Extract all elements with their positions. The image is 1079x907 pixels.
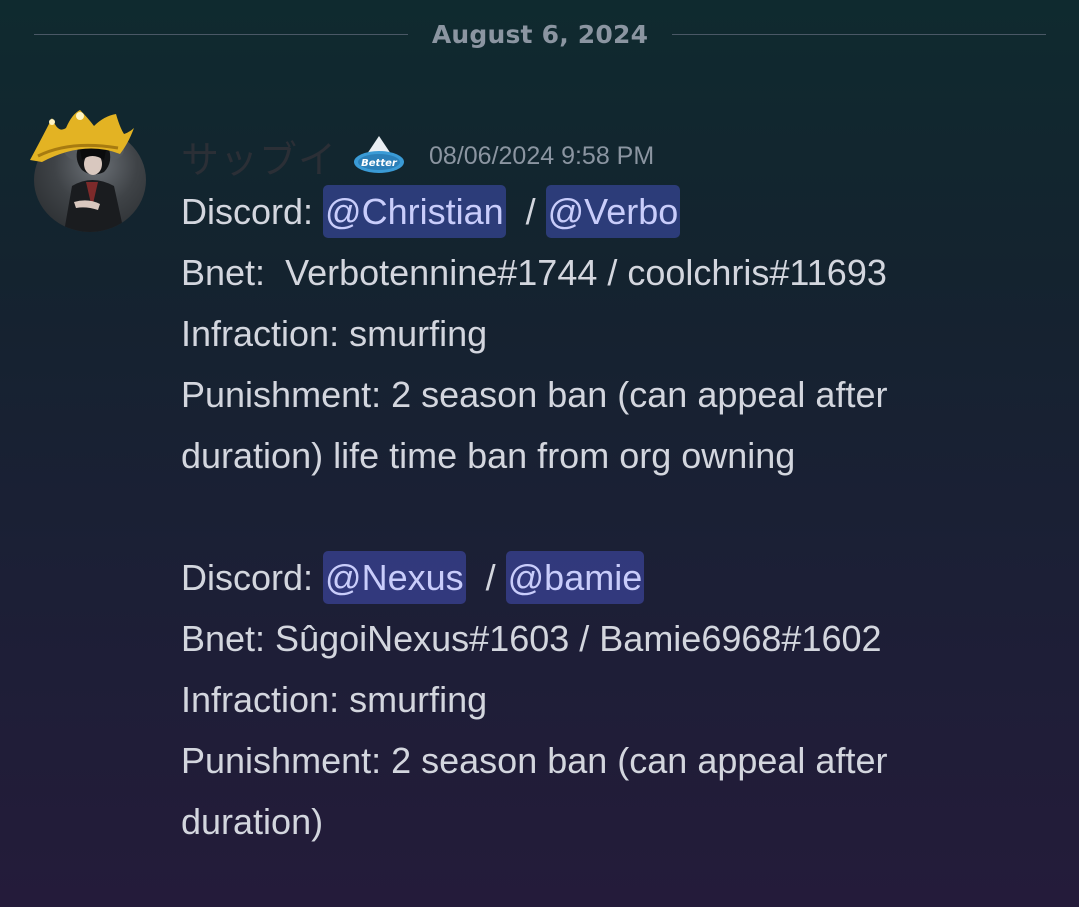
date-divider-label: August 6, 2024: [431, 19, 649, 49]
punishment-line-continued: duration) life time ban from org owning: [181, 435, 796, 476]
mention-separator: /: [505, 191, 546, 232]
punishment-line: Punishment: 2 season ban (can appeal aft…: [181, 740, 888, 781]
username[interactable]: サッブイ: [181, 129, 337, 184]
infraction-line: Infraction: smurfing: [181, 679, 488, 720]
punishment-line: Punishment: 2 season ban (can appeal aft…: [181, 374, 888, 415]
mention-separator: /: [465, 557, 506, 598]
punishment-line-continued: duration): [181, 801, 324, 842]
message-header: サッブイ Better 08/06/2024 9:58 PM: [181, 128, 654, 184]
divider-line-left: [34, 33, 408, 35]
mention-christian[interactable]: @Christian: [323, 185, 506, 238]
badge-text: Better: [361, 158, 398, 169]
bnet-line: Bnet: Verbotennine#1744 / coolchris#1169…: [181, 252, 887, 293]
infraction-line: Infraction: smurfing: [181, 313, 488, 354]
discord-line: Discord: @Nexus / @bamie: [181, 547, 1061, 608]
mention-nexus[interactable]: @Nexus: [323, 551, 466, 604]
team-logo-badge-icon[interactable]: Better: [351, 134, 407, 178]
mention-bamie[interactable]: @bamie: [505, 551, 645, 604]
crown-decoration-icon: [30, 110, 134, 162]
discord-label: Discord:: [181, 557, 324, 598]
bnet-line: Bnet: SûgoiNexus#1603 / Bamie6968#1602: [181, 618, 882, 659]
discord-line: Discord: @Christian / @Verbo: [181, 181, 1061, 242]
date-divider: August 6, 2024: [34, 14, 1047, 54]
message-timestamp[interactable]: 08/06/2024 9:58 PM: [429, 142, 654, 171]
divider-line-right: [672, 33, 1047, 35]
mention-verbo[interactable]: @Verbo: [545, 185, 681, 238]
avatar-container[interactable]: [24, 104, 152, 232]
message-content: Discord: @Christian / @Verbo Bnet: Verbo…: [181, 181, 1061, 852]
discord-label: Discord:: [181, 191, 324, 232]
